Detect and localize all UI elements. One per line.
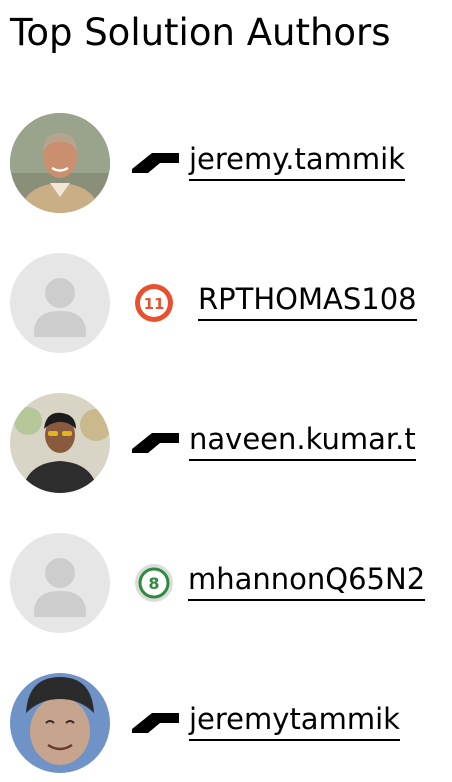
author-row: jeremytammik <box>0 673 452 777</box>
rank-badge-number: 8 <box>148 574 159 593</box>
section-title: Top Solution Authors <box>10 11 391 54</box>
rank-badge-number: 11 <box>144 295 165 313</box>
autodesk-logo-icon <box>130 703 180 743</box>
author-name-link[interactable]: mhannonQ65N2 <box>188 561 426 601</box>
avatar-photo[interactable] <box>10 393 110 493</box>
author-row: naveen.kumar.t <box>0 393 452 497</box>
author-row: jeremy.tammik <box>0 113 452 217</box>
author-name-link[interactable]: naveen.kumar.t <box>189 421 416 461</box>
author-name-link[interactable]: jeremytammik <box>189 701 400 741</box>
autodesk-logo-icon <box>130 143 180 183</box>
author-row: 8 mhannonQ65N2 <box>0 533 452 637</box>
author-name-link[interactable]: jeremy.tammik <box>189 141 406 181</box>
avatar-photo[interactable] <box>10 673 110 773</box>
avatar-photo[interactable] <box>10 113 110 213</box>
default-user-icon[interactable] <box>10 253 110 353</box>
rank-11-badge-icon: 11 <box>130 283 180 323</box>
autodesk-logo-icon <box>130 423 180 463</box>
default-user-icon[interactable] <box>10 533 110 633</box>
author-row: 11 RPTHOMAS108 <box>0 253 452 357</box>
author-name-link[interactable]: RPTHOMAS108 <box>198 281 417 321</box>
rank-8-badge-icon: 8 <box>130 563 180 603</box>
